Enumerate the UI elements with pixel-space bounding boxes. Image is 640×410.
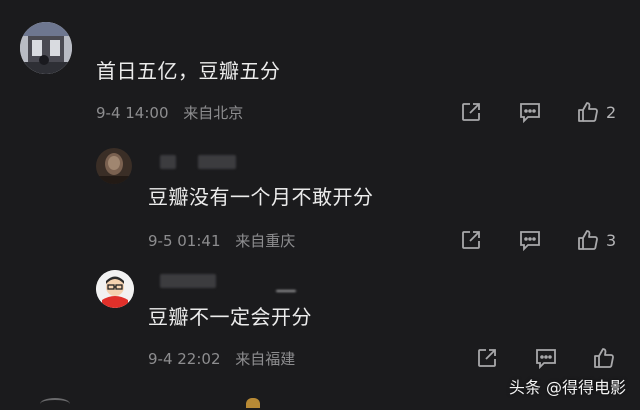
- avatar[interactable]: [96, 148, 132, 184]
- reply-button[interactable]: [518, 101, 542, 123]
- comment-2: 豆瓣没有一个月不敢开分 9-5 01:41 来自重庆 3: [0, 130, 640, 260]
- username-blurred: [198, 155, 236, 169]
- next-avatar-edge: [40, 398, 70, 410]
- comment-location: 来自北京: [183, 104, 244, 122]
- comment-actions: 3: [460, 228, 616, 252]
- share-button[interactable]: [476, 347, 498, 369]
- username-blurred: [276, 290, 296, 292]
- username-blurred: [160, 155, 176, 169]
- comment-meta: 9-5 01:41 来自重庆: [148, 230, 295, 251]
- avatar-cartoon: [96, 270, 134, 308]
- comment-location: 来自福建: [235, 350, 296, 368]
- reply-icon: [520, 103, 540, 123]
- comment-1: 首日五亿，豆瓣五分 9-4 14:00 来自北京 2: [0, 0, 640, 130]
- comment-date: 9-4 14:00: [96, 104, 169, 122]
- comment-actions: 2: [460, 100, 616, 124]
- share-icon: [478, 349, 496, 367]
- comment-text: 豆瓣没有一个月不敢开分: [148, 185, 374, 209]
- comment-date: 9-5 01:41: [148, 232, 221, 250]
- username-blurred: [160, 274, 216, 288]
- share-icon: [462, 231, 480, 249]
- thumbs-up-icon: [594, 348, 614, 368]
- like-button[interactable]: 3: [576, 228, 616, 252]
- comment-text: 首日五亿，豆瓣五分: [96, 59, 281, 83]
- thumbs-up-icon: [578, 102, 598, 122]
- share-icon: [462, 103, 480, 121]
- avatar[interactable]: [96, 270, 134, 308]
- comment-date: 9-4 22:02: [148, 350, 221, 368]
- next-item-edge: [246, 398, 260, 408]
- comment-text: 豆瓣不一定会开分: [148, 305, 312, 329]
- like-button[interactable]: [592, 346, 622, 370]
- thumbs-up-icon: [578, 230, 598, 250]
- reply-button[interactable]: [518, 229, 542, 251]
- comment-meta: 9-4 14:00 来自北京: [96, 102, 243, 123]
- comment-location: 来自重庆: [235, 232, 296, 250]
- like-count: 2: [606, 102, 617, 122]
- avatar-photo: [20, 22, 72, 74]
- reply-icon: [520, 231, 540, 251]
- comment-meta: 9-4 22:02 来自福建: [148, 348, 295, 369]
- like-count: 3: [606, 230, 617, 250]
- reply-icon: [536, 349, 556, 369]
- like-button[interactable]: 2: [576, 100, 616, 124]
- watermark: 头条 @得得电影: [508, 378, 626, 397]
- share-button[interactable]: [460, 229, 482, 251]
- reply-button[interactable]: [534, 347, 558, 369]
- comment-actions: [476, 346, 622, 370]
- avatar-photo: [96, 148, 132, 184]
- comment-3: 豆瓣不一定会开分 9-4 22:02 来自福建: [0, 260, 640, 380]
- share-button[interactable]: [460, 101, 482, 123]
- avatar[interactable]: [20, 22, 72, 74]
